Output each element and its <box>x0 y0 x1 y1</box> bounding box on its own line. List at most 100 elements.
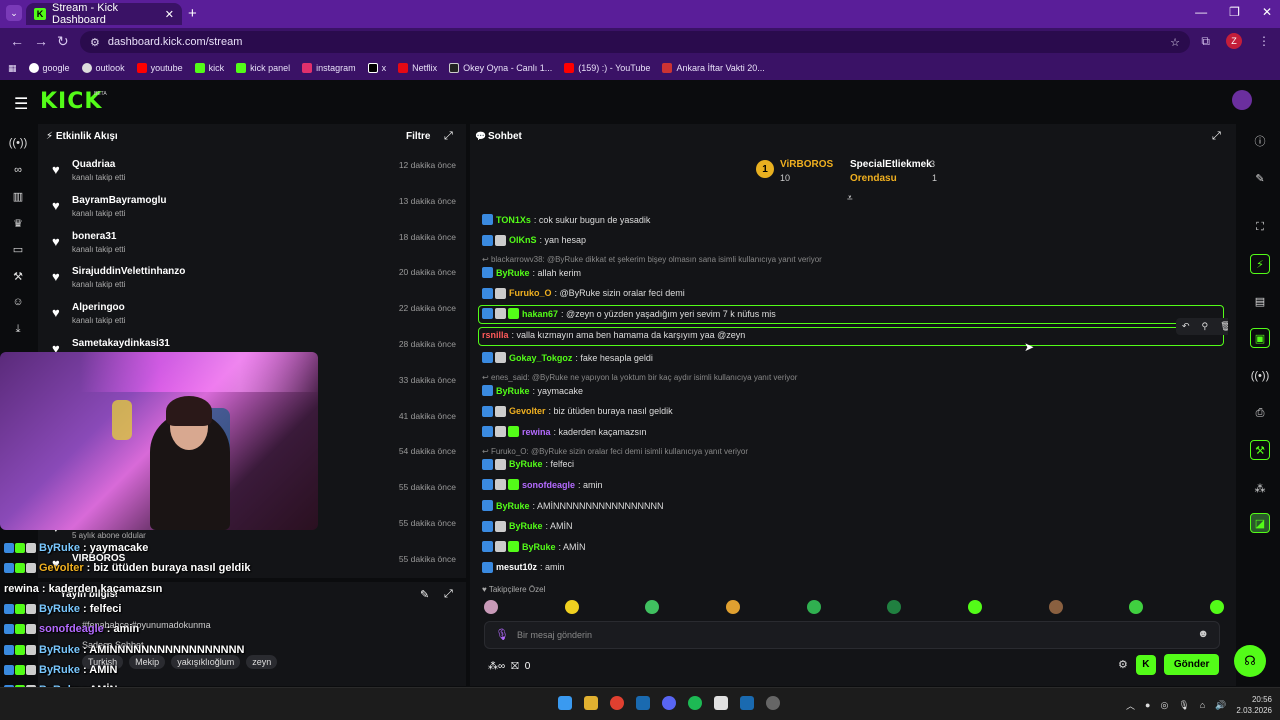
chat-username[interactable]: ByRuke <box>509 521 543 531</box>
app-icon[interactable] <box>766 696 780 710</box>
browser-tab[interactable]: K Stream - Kick Dashboard ✕ <box>26 2 182 26</box>
info-icon[interactable]: ⓘ <box>1250 131 1270 151</box>
chat-message[interactable]: ByRuke: yaymacake <box>482 385 583 396</box>
chat-username[interactable]: ByRuke <box>509 459 543 469</box>
emote-icon[interactable] <box>564 600 579 614</box>
close-tab-icon[interactable]: ✕ <box>165 8 174 21</box>
new-tab-button[interactable]: + <box>188 5 197 22</box>
activity-item[interactable]: ♥ Alperingoo kanalı takip etti 22 dakika ön… <box>38 299 466 335</box>
chat-message[interactable]: Gevolter: biz ütüden buraya nasıl geldik <box>482 405 673 417</box>
app-icon[interactable] <box>714 696 728 710</box>
emote-icon[interactable] <box>887 600 902 614</box>
reload-icon[interactable]: ↻ <box>57 33 69 50</box>
expand-icon[interactable]: ⤢ <box>1212 130 1221 143</box>
chat-username[interactable]: OlKnS <box>509 235 537 245</box>
minimize-icon[interactable]: — <box>1195 5 1207 19</box>
chat-message[interactable]: OlKnS: yan hesap <box>482 234 586 246</box>
apps-grid-icon[interactable]: ▦ <box>8 63 17 74</box>
broadcast-icon[interactable]: ((•)) <box>1250 366 1270 386</box>
chat-username[interactable]: sonofdeagle <box>522 480 575 490</box>
emote-icon[interactable] <box>645 600 660 614</box>
settings-gear-icon[interactable]: ⚙ <box>1118 658 1128 671</box>
chat-message[interactable]: ByRuke: AMİNNNNNNNNNNNNNNNNN <box>482 500 664 511</box>
bookmark-instagram[interactable]: instagram <box>302 63 356 73</box>
reply-icon[interactable]: ↶ <box>1182 321 1190 332</box>
mic-tray-icon[interactable]: 🎙 <box>1178 700 1189 711</box>
chat-input[interactable]: 🎙 Bir mesaj gönderin ☻ <box>484 621 1220 649</box>
chat-username[interactable]: mesut10z <box>496 562 537 572</box>
bookmark-youtube[interactable]: youtube <box>136 63 183 73</box>
help-headset-icon[interactable]: ☊ <box>1234 645 1266 677</box>
chat-username[interactable]: rewina <box>522 427 551 437</box>
windows-start-icon[interactable] <box>558 696 572 710</box>
emote-icon[interactable] <box>725 600 740 614</box>
emote-icon[interactable] <box>806 600 821 614</box>
lightning-icon[interactable]: ⚡ <box>1250 254 1270 274</box>
chat-username[interactable]: ByRuke <box>522 542 556 552</box>
file-explorer-icon[interactable] <box>584 696 598 710</box>
bookmark-kick-panel[interactable]: kick panel <box>236 63 290 73</box>
expand-icon[interactable]: ⤢ <box>444 130 453 143</box>
trophy-icon[interactable]: ♛ <box>11 216 25 230</box>
chat-username[interactable]: ByRuke <box>496 386 530 396</box>
emoji-icon[interactable]: ☻ <box>1197 628 1209 640</box>
bookmark-x[interactable]: x <box>367 63 386 73</box>
spotify-icon[interactable] <box>688 696 702 710</box>
printer-icon[interactable]: ⎙ <box>1250 403 1270 423</box>
address-bar[interactable]: ⚙ dashboard.kick.com/stream ☆ <box>80 31 1190 53</box>
volume-icon[interactable]: 🔊 <box>1215 700 1226 711</box>
activity-item[interactable]: ♥ SirajuddinVelettinhanzo kanalı takip ett… <box>38 263 466 299</box>
document-icon[interactable]: ▤ <box>1250 291 1270 311</box>
extensions-icon[interactable]: ⧉ <box>1201 34 1210 49</box>
link-icon[interactable]: ∞ <box>11 163 25 177</box>
chat-message[interactable]: hakan67: @zeyn o yüzden yaşadığım yeri s… <box>482 308 776 320</box>
gift-icon[interactable]: ⛝ <box>511 661 519 672</box>
chat-username[interactable]: TON1Xs <box>496 215 531 225</box>
chat-message[interactable]: ByRuke: AMİN <box>482 520 573 532</box>
emote-icon[interactable] <box>1129 600 1144 614</box>
chat-message[interactable]: ByRuke: felfeci <box>482 458 574 470</box>
chat-icon[interactable]: ▣ <box>1250 328 1270 348</box>
maximize-icon[interactable]: ❐ <box>1229 5 1240 19</box>
chat-message[interactable]: Gokay_Tokgoz: fake hesapla geldi <box>482 352 653 364</box>
chat-username[interactable]: Gokay_Tokgoz <box>509 353 572 363</box>
scan-icon[interactable]: ⛶ <box>1250 217 1270 237</box>
emote-icon[interactable] <box>484 600 498 614</box>
tray-chevron-icon[interactable]: ︿ <box>1126 699 1135 712</box>
wrench-icon[interactable]: ⚒ <box>1250 440 1270 460</box>
emote-icon[interactable] <box>967 600 982 614</box>
bookmark-outlook[interactable]: outlook <box>81 63 125 73</box>
chat-message[interactable]: sonofdeagle: amin <box>482 479 603 491</box>
microphone-icon[interactable]: 🎙 <box>495 628 509 641</box>
community-icon[interactable]: ⁂ <box>1250 478 1270 498</box>
clock[interactable]: 20:56 2.03.2026 <box>1236 694 1272 716</box>
game-icon[interactable]: ◪ <box>1250 513 1270 533</box>
broadcast-icon[interactable]: ((•)) <box>9 136 28 150</box>
chat-message[interactable]: mesut10z: amin <box>482 561 565 573</box>
bookmark-youtube-2[interactable]: (159) :) - YouTube <box>564 63 650 73</box>
pencil-icon[interactable]: ✎ <box>1250 168 1270 188</box>
chat-message[interactable]: rewina: kaderden kaçamazsın <box>482 426 647 438</box>
user-avatar[interactable] <box>1232 90 1252 110</box>
emote-icon[interactable] <box>1209 600 1224 614</box>
chat-username[interactable]: ByRuke <box>496 268 530 278</box>
back-icon[interactable]: ← <box>10 33 24 49</box>
delete-icon[interactable]: 🗑 <box>1220 321 1228 332</box>
community-icon[interactable]: ⁂∞ <box>488 661 505 672</box>
network-icon[interactable]: ⌂ <box>1200 700 1205 710</box>
bookmark-kick[interactable]: kick <box>194 63 224 73</box>
site-info-icon[interactable]: ⚙ <box>90 36 100 49</box>
steam-icon[interactable] <box>636 696 650 710</box>
send-button[interactable]: Gönder <box>1163 654 1220 675</box>
chat-username[interactable]: ByRuke <box>496 501 530 511</box>
users-icon[interactable]: ☺ <box>11 295 25 309</box>
leaderboard-second-name[interactable]: SpecialEtliekmek <box>850 159 932 170</box>
close-window-icon[interactable]: ✕ <box>1262 5 1272 19</box>
bookmark-google[interactable]: google <box>28 63 70 73</box>
kick-action-button[interactable]: K <box>1135 654 1156 675</box>
discord-icon[interactable] <box>662 696 676 710</box>
chrome-icon[interactable] <box>610 696 624 710</box>
chat-message[interactable]: Furuko_O: @ByRuke sizin oralar feci demi <box>482 287 685 299</box>
activity-item[interactable]: ♥ BayramBayramoglu kanalı takip etti 13 dak… <box>38 192 466 228</box>
wrench-icon[interactable]: ⚒ <box>11 269 25 283</box>
